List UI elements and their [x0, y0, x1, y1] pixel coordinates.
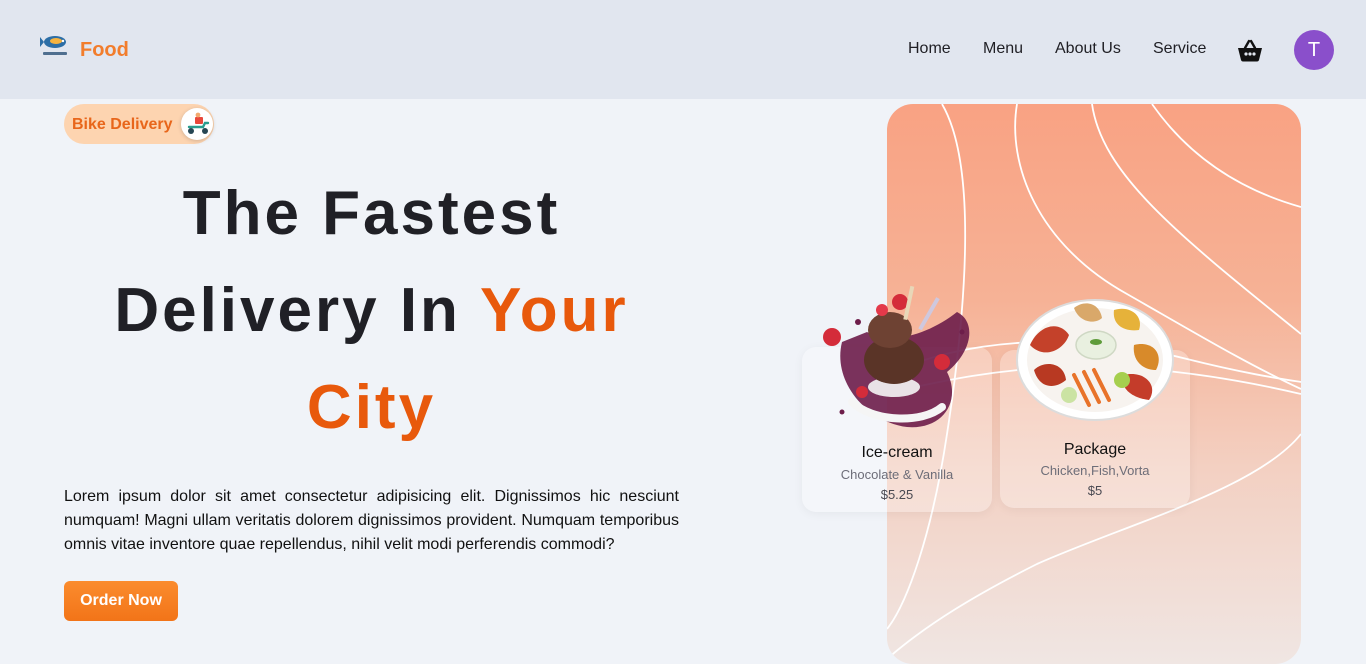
headline-accent-city: City [306, 373, 437, 442]
fish-logo-icon[interactable] [40, 32, 70, 60]
nav-about-us[interactable]: About Us [1055, 40, 1121, 58]
card-name: Package [1063, 441, 1127, 458]
top-header: Food Home Menu About Us Service T [0, 0, 1366, 99]
card-price: $5.25 [880, 487, 914, 502]
bike-delivery-badge: Bike Delivery [64, 104, 214, 144]
headline-accent-your: Your [480, 276, 629, 345]
card-price: $5 [1087, 483, 1103, 498]
headline-line-1: The Fastest [182, 179, 561, 248]
badge-label: Bike Delivery [72, 116, 173, 133]
order-now-button[interactable]: Order Now [64, 581, 178, 621]
card-description: Chicken,Fish,Vorta [1040, 463, 1150, 478]
nav-home[interactable]: Home [908, 40, 951, 58]
brand-name[interactable]: Food [80, 39, 129, 62]
basket-icon[interactable] [1237, 39, 1263, 63]
card-description: Chocolate & Vanilla [840, 467, 954, 482]
ice-cream-icon [823, 285, 970, 428]
nav-service[interactable]: Service [1153, 40, 1206, 58]
headline-line-2-plain: Delivery In [114, 276, 461, 345]
hero-paragraph: Lorem ipsum dolor sit amet consectetur a… [64, 488, 679, 553]
scooter-icon [181, 108, 213, 140]
headline-line-2: Delivery In Your [64, 275, 679, 346]
nav-menu[interactable]: Menu [983, 40, 1023, 58]
user-avatar[interactable]: T [1294, 30, 1334, 70]
card-name: Ice-cream [861, 444, 933, 461]
platter-icon [1016, 299, 1174, 421]
